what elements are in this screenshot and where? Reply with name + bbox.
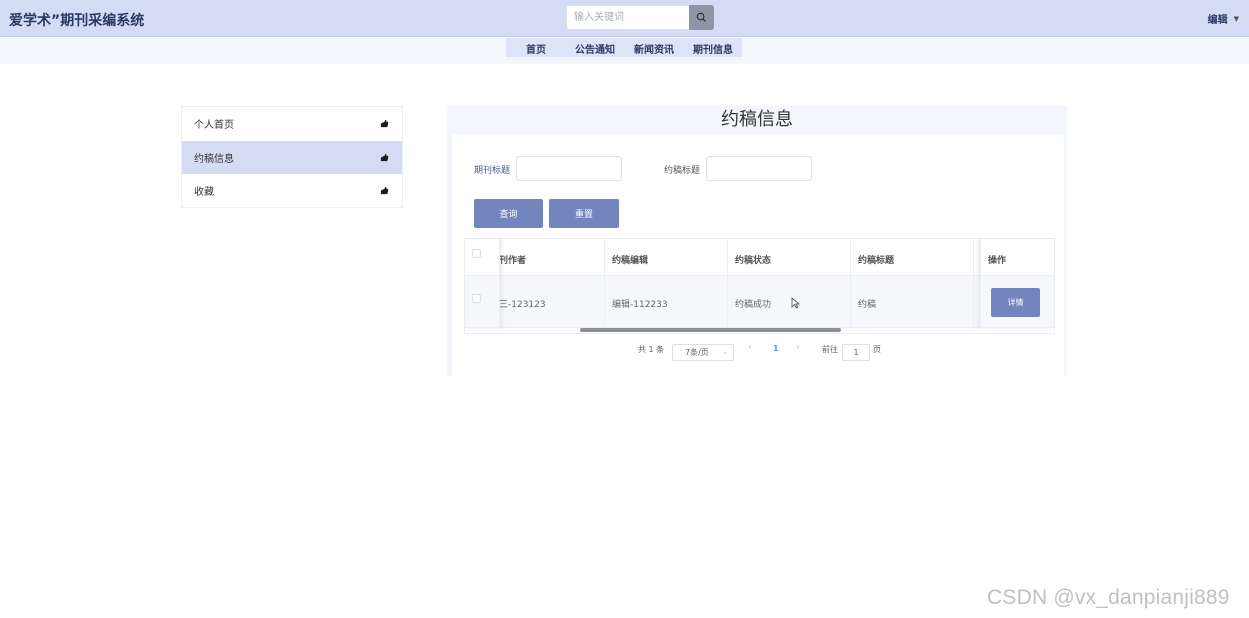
page-number-current[interactable]: 1 xyxy=(773,344,779,353)
row-checkbox[interactable] xyxy=(472,294,481,303)
goto-label: 前往 xyxy=(822,345,838,354)
nav-item-news[interactable]: 新闻资讯 xyxy=(634,41,674,56)
column-divider xyxy=(850,239,851,328)
page-title: 约稿信息 xyxy=(721,109,793,130)
column-header-editor: 约稿编辑 xyxy=(612,256,649,266)
chevron-down-icon: ▼ xyxy=(1233,14,1239,23)
sidebar-item-label: 收藏 xyxy=(194,187,214,198)
nav-strip: 首页 公告通知 新闻资讯 期刊信息 xyxy=(0,37,1249,64)
hand-icon xyxy=(380,119,389,128)
goto-page-input[interactable]: 1 xyxy=(842,344,870,361)
column-divider xyxy=(727,239,728,328)
nav-item-announcements[interactable]: 公告通知 xyxy=(575,41,615,56)
sidebar-item-home[interactable]: 个人首页 xyxy=(182,107,402,140)
search-icon xyxy=(696,12,707,23)
user-menu-label: 编辑 xyxy=(1207,15,1228,26)
pagination-total: 共 1 条 xyxy=(638,345,665,354)
manuscript-title-label: 约稿标题 xyxy=(664,166,701,176)
selection-column xyxy=(465,239,500,328)
column-header-title: 约稿标题 xyxy=(858,256,895,266)
sidebar-item-label: 个人首页 xyxy=(194,120,234,131)
main-nav: 首页 公告通知 新闻资讯 期刊信息 xyxy=(506,38,742,57)
watermark: CSDN @vx_danpianji889 xyxy=(987,586,1230,609)
page-size-value: 7条/页 xyxy=(685,348,709,357)
column-header-author: 刊作者 xyxy=(499,256,527,266)
nav-item-home[interactable]: 首页 xyxy=(526,41,546,56)
sidebar-item-label: 约稿信息 xyxy=(194,154,234,165)
table-row[interactable]: 三-123123 编辑-112233 约稿成功 约稿 xyxy=(465,276,1054,328)
hand-icon xyxy=(380,186,389,195)
column-divider xyxy=(973,239,974,328)
search-button[interactable] xyxy=(689,5,714,30)
nav-item-journals[interactable]: 期刊信息 xyxy=(693,41,733,56)
goto-suffix: 页 xyxy=(873,345,881,354)
journal-title-label: 期刊标题 xyxy=(474,166,511,176)
hand-icon xyxy=(380,153,389,162)
manuscript-table: 刊作者 约稿编辑 约稿状态 约稿标题 操作 三-123123 编辑-112233… xyxy=(464,238,1055,334)
search-input[interactable] xyxy=(566,5,689,30)
user-menu[interactable]: 编辑 ▼ xyxy=(1207,11,1239,27)
mouse-cursor-icon xyxy=(791,297,800,309)
sidebar-item-manuscripts[interactable]: 约稿信息 xyxy=(182,141,402,174)
manuscript-title-input[interactable] xyxy=(706,156,812,181)
horizontal-scrollbar[interactable] xyxy=(580,328,841,332)
next-page-button[interactable]: › xyxy=(796,342,800,353)
journal-title-input[interactable] xyxy=(516,156,622,181)
cell-editor: 编辑-112233 xyxy=(612,300,668,310)
top-bar: 爱学术”期刊采编系统 编辑 ▼ xyxy=(0,0,1249,37)
cell-author: 三-123123 xyxy=(499,300,546,310)
column-header-status: 约稿状态 xyxy=(735,256,772,266)
detail-button[interactable]: 详情 xyxy=(991,288,1040,317)
select-all-checkbox[interactable] xyxy=(472,249,481,258)
reset-button[interactable]: 重置 xyxy=(549,199,619,228)
sidebar-item-favorites[interactable]: 收藏 xyxy=(182,174,402,207)
cell-title: 约稿 xyxy=(858,300,877,310)
chevron-down-icon: ⌄ xyxy=(722,348,728,356)
page-size-select[interactable]: 7条/页 ⌄ xyxy=(672,344,734,361)
column-divider xyxy=(604,239,605,328)
cell-status: 约稿成功 xyxy=(735,300,772,310)
search-box xyxy=(566,5,714,30)
prev-page-button[interactable]: ‹ xyxy=(748,342,752,353)
query-button[interactable]: 查询 xyxy=(474,199,543,228)
sidebar: 个人首页 约稿信息 收藏 xyxy=(181,106,403,208)
app-title: 爱学术”期刊采编系统 xyxy=(9,13,145,29)
table-header: 刊作者 约稿编辑 约稿状态 约稿标题 操作 xyxy=(465,239,1054,276)
